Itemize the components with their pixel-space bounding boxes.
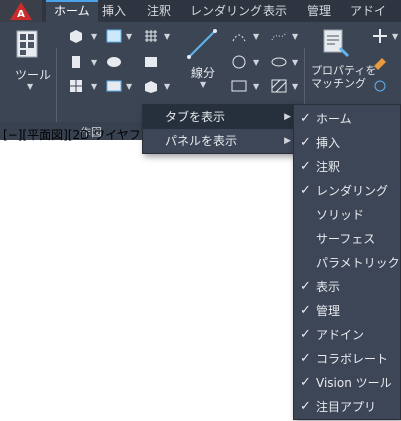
submenu-item-label: コラボレート (316, 352, 389, 366)
check-icon: ✓ (300, 279, 311, 294)
grid-dropdown-icon[interactable]: ▼ (91, 82, 97, 91)
section-dropdown-icon[interactable]: ▼ (126, 82, 132, 91)
hatch-icon[interactable] (270, 78, 288, 94)
spline-dropdown-icon[interactable]: ▼ (292, 32, 298, 41)
tool-button-label[interactable]: ツール (15, 66, 51, 83)
submenu-item-label: ホーム (316, 112, 352, 126)
tool-palette-icon[interactable] (16, 30, 42, 58)
extrude-icon[interactable] (68, 54, 84, 70)
check-icon: ✓ (300, 375, 311, 390)
mesh-icon[interactable] (142, 28, 160, 44)
check-icon: ✓ (300, 303, 311, 318)
circle-icon[interactable] (230, 54, 248, 70)
submenu-item-label: アドイン (316, 328, 365, 342)
submenu-item-label: Vision ツール (316, 376, 392, 390)
submenu-item-vision-tools[interactable]: ✓ Vision ツール (294, 371, 400, 395)
autocad-logo-icon: A (10, 2, 32, 20)
rectangle-icon[interactable] (230, 78, 248, 94)
application-menu-button[interactable]: A (0, 0, 42, 22)
circle-dropdown-icon[interactable]: ▼ (253, 58, 259, 67)
submenu-item-insert[interactable]: ✓ 挿入 (294, 131, 400, 155)
submenu-item-render[interactable]: ✓ レンダリング (294, 179, 400, 203)
menu-item-show-panels[interactable]: パネルを表示 ▶ (143, 129, 297, 153)
menu-item-show-tabs[interactable]: タブを表示 ▶ (143, 105, 297, 129)
check-icon: ✓ (300, 159, 311, 174)
submenu-item-collaborate[interactable]: ✓ コラボレート (294, 347, 400, 371)
submenu-item-label: 管理 (316, 304, 341, 318)
submenu-item-addins[interactable]: ✓ アドイン (294, 323, 400, 347)
match-properties-label[interactable]: プロパティを マッチング (311, 64, 376, 90)
submenu-item-label: 挿入 (316, 136, 341, 150)
menu-item-label: タブを表示 (165, 110, 226, 124)
move-icon[interactable] (372, 28, 388, 44)
submenu-item-annotate[interactable]: ✓ 注釈 (294, 155, 400, 179)
box-dropdown-icon[interactable]: ▼ (91, 32, 97, 41)
submenu-item-label: パラメトリック (316, 256, 400, 270)
presspull-icon[interactable] (105, 28, 123, 44)
match-properties-icon[interactable] (320, 28, 350, 58)
ellipse-dropdown-icon[interactable]: ▼ (292, 58, 298, 67)
arc-dropdown-icon[interactable]: ▼ (253, 32, 259, 41)
line-dropdown-icon[interactable]: ▼ (200, 80, 206, 89)
section-plane-icon[interactable] (105, 78, 123, 94)
tab-addins[interactable]: アドイン (342, 0, 401, 40)
smooth-icon[interactable] (105, 54, 123, 70)
submenu-item-home[interactable]: ✓ ホーム (294, 107, 400, 131)
region-icon[interactable] (142, 54, 160, 70)
check-icon: ✓ (300, 111, 311, 126)
viewport-controls-label[interactable]: [−][平面図][2D ワイヤフレー (3, 126, 165, 143)
spline-icon[interactable] (270, 28, 288, 44)
submenu-item-view[interactable]: ✓ 表示 (294, 275, 400, 299)
check-icon: ✓ (300, 327, 311, 342)
submenu-item-label: レンダリング (316, 184, 389, 198)
rectangle-dropdown-icon[interactable]: ▼ (253, 82, 259, 91)
solid-dropdown-icon[interactable]: ▼ (164, 82, 170, 91)
check-icon: ✓ (300, 135, 311, 150)
tab-insert[interactable]: 挿入 (94, 0, 134, 22)
check-icon: ✓ (300, 351, 311, 366)
submenu-item-parametric[interactable]: パラメトリック (294, 251, 400, 275)
check-icon: ✓ (300, 183, 311, 198)
submenu-item-label: 注目アプリ (316, 400, 377, 414)
ellipse-icon[interactable] (270, 54, 288, 70)
submenu-item-manage[interactable]: ✓ 管理 (294, 299, 400, 323)
submenu-arrow-icon: ▶ (284, 112, 291, 122)
box-icon[interactable] (68, 28, 84, 44)
submenu-item-featured-apps[interactable]: ✓ 注目アプリ (294, 395, 400, 419)
eraser-icon[interactable] (372, 54, 388, 70)
submenu-arrow-icon: ▶ (284, 136, 291, 146)
hatch-dropdown-icon[interactable]: ▼ (292, 82, 298, 91)
mesh-dropdown-icon[interactable]: ▼ (164, 32, 170, 41)
tab-annotate[interactable]: 注釈 (139, 0, 179, 22)
tool-dropdown-icon[interactable]: ▼ (27, 82, 33, 91)
arc-icon[interactable] (230, 28, 248, 44)
check-icon: ✓ (300, 399, 311, 414)
context-menu: タブを表示 ▶ パネルを表示 ▶ (142, 104, 298, 154)
tab-home[interactable]: ホーム (46, 0, 98, 24)
tab-view[interactable]: 表示 (255, 0, 295, 22)
grid-icon[interactable] (68, 78, 84, 94)
submenu-item-label: 表示 (316, 280, 341, 294)
submenu-item-solid[interactable]: ソリッド (294, 203, 400, 227)
submenu-item-label: サーフェス (316, 232, 376, 246)
tab-manage[interactable]: 管理 (299, 0, 339, 22)
show-tabs-submenu: ✓ ホーム ✓ 挿入 ✓ 注釈 ✓ レンダリング ソリッド サーフェス パラメト… (293, 104, 401, 420)
submenu-item-surface[interactable]: サーフェス (294, 227, 400, 251)
line-icon[interactable] (186, 28, 218, 60)
move-dropdown-icon[interactable]: ▼ (392, 32, 398, 41)
menu-item-label: パネルを表示 (165, 134, 238, 148)
rotate-icon[interactable] (372, 78, 388, 94)
ribbon-tab-bar: A ホーム 挿入 注釈 レンダリング 表示 管理 アドイン (0, 0, 401, 40)
submenu-item-label: ソリッド (316, 208, 365, 222)
presspull-dropdown-icon[interactable]: ▼ (126, 32, 132, 41)
solid-icon[interactable] (142, 78, 160, 94)
line-button-label[interactable]: 線分 (191, 64, 215, 81)
extrude-dropdown-icon[interactable]: ▼ (91, 58, 97, 67)
submenu-item-label: 注釈 (316, 160, 341, 174)
